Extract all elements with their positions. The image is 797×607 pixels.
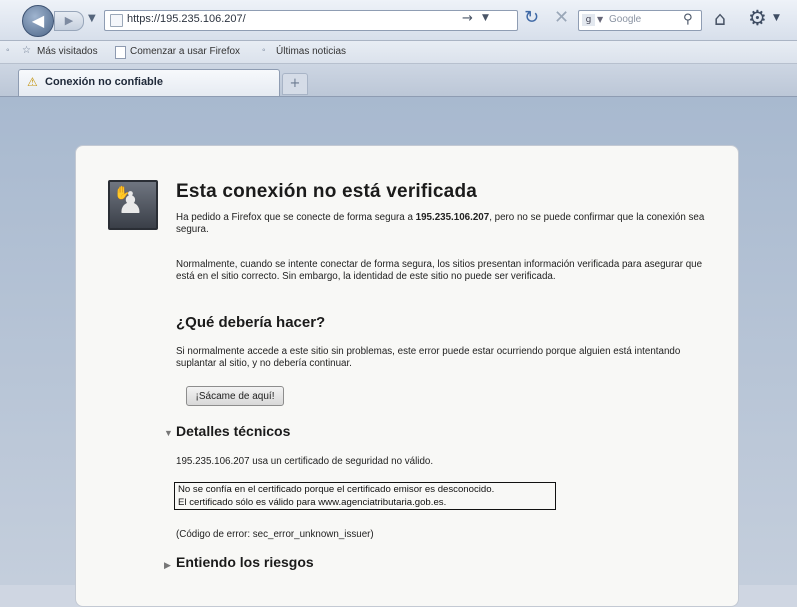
explanation-paragraph: Normalmente, cuando se intente conectar … — [176, 259, 703, 282]
what-to-do-heading: ¿Qué debería hacer? — [176, 314, 326, 331]
stop-hand-icon: ✋ — [114, 186, 131, 201]
tools-dropdown-icon[interactable]: ▼ — [773, 13, 780, 23]
officer-badge-icon: ♟ ✋ — [108, 180, 158, 230]
error-code-text: (Código de error: sec_error_unknown_issu… — [176, 529, 374, 540]
search-input[interactable]: Google — [609, 14, 641, 25]
tools-gear-icon[interactable]: ⚙ — [748, 6, 767, 30]
certificate-valid-for-line: El certificado sólo es válido para www.a… — [178, 496, 447, 508]
search-engine-icon[interactable]: g — [582, 14, 595, 26]
bookmark-latest-news[interactable]: Últimas noticias — [276, 46, 346, 57]
bookmark-rss-icon: ◦ — [262, 45, 266, 56]
address-bar[interactable]: https://195.235.106.207/ — [104, 10, 518, 31]
home-icon[interactable]: ⌂ — [714, 8, 726, 30]
technical-details-heading[interactable]: Detalles técnicos — [176, 423, 290, 439]
intro-text-start: Ha pedido a Firefox que se conecte de fo… — [176, 212, 416, 223]
page-title: Esta conexión no está verificada — [176, 181, 478, 202]
url-dropdown-icon[interactable]: ▼ — [482, 13, 489, 23]
search-icon[interactable]: ⚲ — [683, 12, 693, 27]
page-viewport: ♟ ✋ Esta conexión no está verificada Ha … — [0, 97, 797, 607]
bookmarks-toolbar: ◦ ☆ Más visitados Comenzar a usar Firefo… — [0, 41, 797, 64]
back-arrow-icon: ◀ — [31, 11, 45, 30]
understand-risks-heading[interactable]: Entiendo los riesgos — [176, 554, 314, 570]
bookmark-star-icon: ☆ — [22, 45, 31, 56]
intro-host: 195.235.106.207 — [415, 212, 490, 223]
search-bar[interactable]: g ▼ Google ⚲ — [578, 10, 702, 31]
what-to-do-paragraph: Si normalmente accede a este sitio sin p… — [176, 346, 681, 369]
tab-untrusted-connection[interactable]: ⚠ Conexión no confiable — [18, 69, 280, 96]
collapse-arrow-icon[interactable]: ▶ — [164, 560, 171, 571]
certificate-untrusted-line: No se confía en el certificado porque el… — [178, 484, 495, 495]
stop-icon[interactable]: ✕ — [554, 7, 569, 28]
forward-button[interactable]: ▶ — [54, 11, 84, 31]
reload-icon[interactable]: ↻ — [524, 7, 539, 28]
get-me-out-button[interactable]: ¡Sácame de aquí! — [186, 386, 284, 406]
history-dropdown-icon[interactable]: ▼ — [88, 13, 96, 24]
expand-arrow-icon[interactable]: ▼ — [164, 428, 173, 438]
new-tab-button[interactable]: + — [282, 73, 308, 95]
tab-label: Conexión no confiable — [45, 76, 163, 88]
tab-bar: ⚠ Conexión no confiable + — [0, 64, 797, 97]
certificate-error-box: No se confía en el certificado porque el… — [174, 482, 556, 510]
technical-details-text: 195.235.106.207 usa un certificado de se… — [176, 456, 434, 467]
bookmark-feed-icon: ◦ — [6, 45, 10, 56]
bookmark-page-icon — [115, 46, 126, 59]
bookmark-getting-started[interactable]: Comenzar a usar Firefox — [130, 46, 240, 57]
navigation-toolbar: ◀ ▶ ▼ https://195.235.106.207/ → ▼ ↻ ✕ g… — [0, 0, 797, 41]
back-button[interactable]: ◀ — [22, 5, 54, 37]
search-engine-dropdown-icon[interactable]: ▼ — [597, 15, 603, 24]
warning-icon: ⚠ — [27, 75, 38, 89]
page-favicon-icon — [110, 14, 123, 27]
bookmark-most-visited[interactable]: Más visitados — [37, 46, 98, 57]
plus-icon: + — [289, 76, 301, 91]
forward-arrow-icon: ▶ — [64, 14, 74, 27]
go-arrow-icon[interactable]: → — [462, 11, 473, 26]
error-panel: ♟ ✋ Esta conexión no está verificada Ha … — [75, 145, 739, 607]
intro-paragraph: Ha pedido a Firefox que se conecte de fo… — [176, 212, 716, 236]
url-text[interactable]: https://195.235.106.207/ — [127, 13, 246, 25]
